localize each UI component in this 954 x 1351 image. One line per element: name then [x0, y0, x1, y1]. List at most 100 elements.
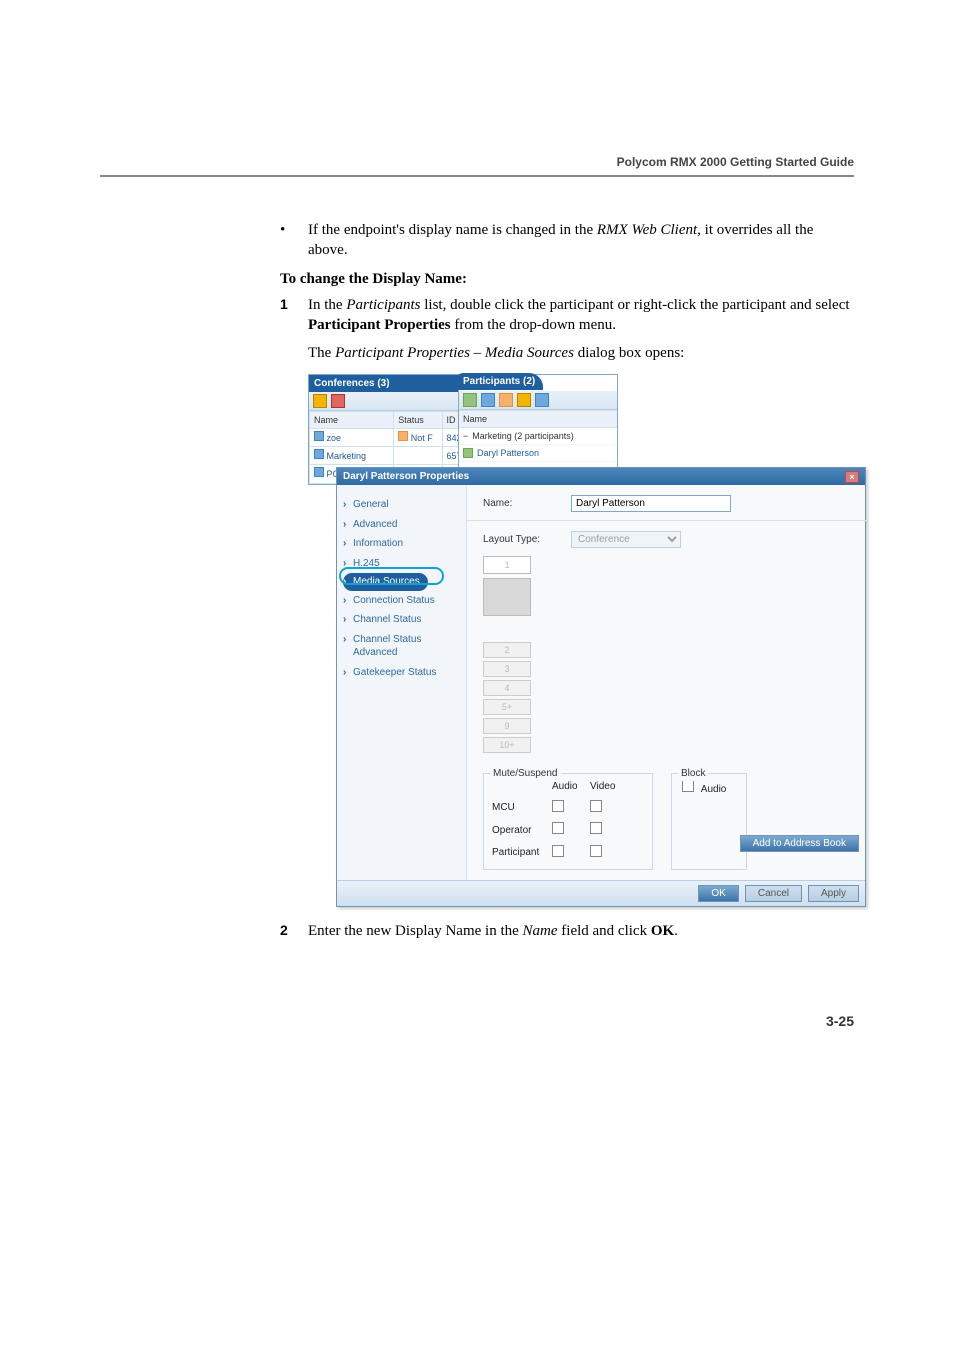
layout-slot[interactable]: 4	[483, 680, 531, 696]
dialog-main: Name: Layout Type: Conference 1	[467, 485, 865, 880]
nav-advanced[interactable]: Advanced	[343, 515, 466, 535]
step-body: In the Participants list, double click t…	[308, 295, 854, 336]
audio-icon[interactable]	[517, 393, 531, 407]
cancel-button[interactable]: Cancel	[745, 885, 802, 902]
conf-icon	[314, 449, 324, 459]
layout-thumbnail[interactable]	[483, 578, 531, 616]
t: In the	[308, 297, 346, 313]
layout-slot[interactable]: 2	[483, 642, 531, 658]
apply-button[interactable]: Apply	[808, 885, 859, 902]
new-icon[interactable]	[313, 394, 327, 408]
layout-slot[interactable]: 10+	[483, 737, 531, 753]
step-body: Enter the new Display Name in the Name f…	[308, 921, 854, 941]
participant-video-checkbox[interactable]	[590, 845, 602, 857]
divider	[467, 520, 869, 521]
layout-slot[interactable]: 9	[483, 718, 531, 734]
layout-slot[interactable]: 5+	[483, 699, 531, 715]
step-1: 1 In the Participants list, double click…	[280, 295, 854, 336]
dialog-body: General Advanced Information H.245 Media…	[337, 485, 865, 880]
nav-channel-status[interactable]: Channel Status	[343, 610, 466, 630]
nav-information[interactable]: Information	[343, 534, 466, 554]
t-italic: Name	[523, 923, 558, 939]
row-participant: Participant	[492, 846, 552, 860]
operator-audio-checkbox[interactable]	[552, 822, 564, 834]
ok-button[interactable]: OK	[698, 885, 738, 902]
mcu-audio-checkbox[interactable]	[552, 800, 564, 812]
cell	[394, 447, 442, 465]
operator-video-checkbox[interactable]	[590, 822, 602, 834]
dialog-titlebar[interactable]: Daryl Patterson Properties ×	[337, 468, 865, 486]
block-audio-checkbox[interactable]	[682, 780, 694, 792]
layout-slot[interactable]: 3	[483, 661, 531, 677]
nav-media-sources[interactable]: Media Sources	[343, 573, 428, 591]
mute-suspend-group: Mute/Suspend Audio Video MCU Operator	[483, 773, 653, 870]
name-row: Name:	[483, 495, 853, 512]
nav-general[interactable]: General	[343, 495, 466, 515]
mute-legend: Mute/Suspend	[490, 767, 561, 781]
t: field and click	[558, 923, 651, 939]
col-name[interactable]: Name	[310, 412, 394, 429]
page-number: 3-25	[280, 1012, 854, 1031]
close-icon[interactable]: ×	[845, 471, 859, 483]
col-audio: Audio	[552, 780, 590, 794]
add-participant-icon[interactable]	[463, 393, 477, 407]
layout-icon[interactable]	[535, 393, 549, 407]
figure-caption: The Participant Properties – Media Sourc…	[308, 343, 854, 363]
block-audio-row: Audio	[682, 780, 726, 797]
block-legend: Block	[678, 767, 708, 781]
row-operator: Operator	[492, 824, 552, 838]
participant-name: Daryl Patterson	[477, 447, 539, 459]
layout-type-label: Layout Type:	[483, 533, 553, 547]
participant-audio-checkbox[interactable]	[552, 845, 564, 857]
mute-grid: Audio Video MCU Operator Participant	[492, 780, 644, 861]
conf-icon	[314, 431, 324, 441]
cell: Marketing	[327, 451, 367, 461]
step-number: 1	[280, 295, 308, 336]
cell: zoe	[327, 433, 342, 443]
warn-icon	[398, 431, 408, 441]
participants-panel: Participants (2) Name − Marketing (2 par…	[458, 374, 618, 473]
video-icon[interactable]	[499, 393, 513, 407]
t-bold: OK	[651, 923, 674, 939]
figure-screenshot: Conferences (3) Name Status ID S zoe Not…	[308, 374, 868, 908]
participant-icon	[463, 448, 473, 458]
t-italic: Participant Properties – Media Sources	[335, 345, 574, 361]
t-italic: Participants	[346, 297, 420, 313]
t-italic: RMX Web Client	[597, 222, 697, 238]
participant-row[interactable]: Daryl Patterson	[459, 445, 617, 462]
nav-h245[interactable]: H.245	[343, 554, 466, 574]
nav-connection-status[interactable]: Connection Status	[343, 591, 466, 611]
procedure-heading: To change the Display Name:	[280, 269, 854, 289]
col-name[interactable]: Name	[459, 411, 617, 428]
layout-type-select[interactable]: Conference	[571, 531, 681, 548]
delete-icon[interactable]	[331, 394, 345, 408]
t: .	[674, 923, 678, 939]
participant-group[interactable]: − Marketing (2 participants)	[459, 428, 617, 445]
header-rule	[100, 175, 854, 177]
bullet-marker: •	[280, 220, 308, 261]
page: Polycom RMX 2000 Getting Started Guide •…	[0, 0, 954, 1091]
t: dialog box opens:	[574, 345, 684, 361]
name-input[interactable]	[571, 495, 731, 512]
header-title: Polycom RMX 2000 Getting Started Guide	[100, 155, 854, 169]
block-group: Block Audio	[671, 773, 747, 870]
add-to-address-book-button[interactable]: Add to Address Book	[740, 835, 859, 852]
mcu-video-checkbox[interactable]	[590, 800, 602, 812]
step-2: 2 Enter the new Display Name in the Name…	[280, 921, 854, 941]
layout-type-row: Layout Type: Conference	[483, 531, 853, 548]
t: , double click the participant or right-…	[443, 297, 850, 313]
layout-slot[interactable]: 1	[483, 556, 531, 574]
bullet-text: If the endpoint's display name is change…	[308, 220, 854, 261]
participant-properties-dialog: Daryl Patterson Properties × General Adv…	[336, 467, 866, 908]
conf-icon	[314, 467, 324, 477]
t: If the endpoint's display name is change…	[308, 222, 597, 238]
step-number: 2	[280, 921, 308, 941]
participants-tab[interactable]: Participants (2)	[457, 373, 543, 391]
connect-icon[interactable]	[481, 393, 495, 407]
page-header: Polycom RMX 2000 Getting Started Guide	[100, 155, 854, 177]
participants-list: Name − Marketing (2 participants) Daryl …	[459, 410, 617, 472]
nav-gatekeeper-status[interactable]: Gatekeeper Status	[343, 663, 466, 683]
col-status[interactable]: Status	[394, 412, 442, 429]
nav-channel-status-adv[interactable]: Channel Status Advanced	[343, 630, 466, 663]
row-mcu: MCU	[492, 801, 552, 815]
